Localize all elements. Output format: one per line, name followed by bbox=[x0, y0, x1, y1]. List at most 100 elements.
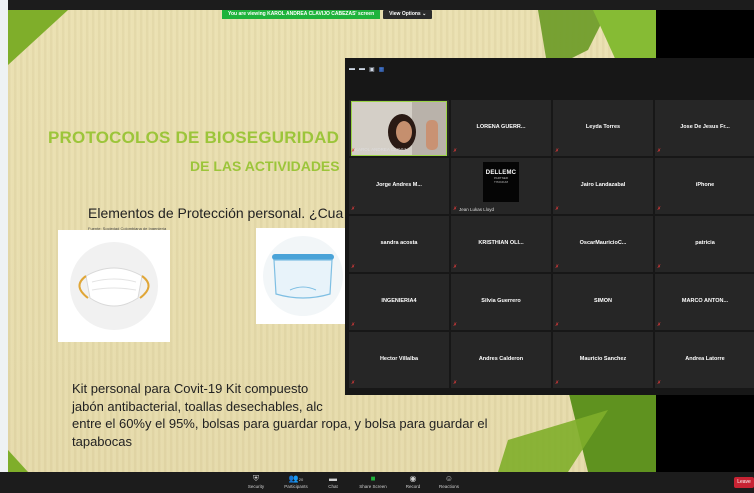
muted-mic-icon: ✗ bbox=[351, 380, 356, 386]
participant-name: Jean Lukas Lloyd bbox=[459, 207, 495, 212]
left-edge-strip bbox=[0, 0, 8, 493]
muted-mic-icon: ✗ bbox=[453, 148, 458, 154]
muted-mic-icon: ✗ bbox=[555, 206, 560, 212]
participant-tile[interactable]: KRISTHIAN OLI... ✗ bbox=[451, 216, 551, 272]
viewing-screen-label: You are viewing KAROL ANDREA CLAVIJO CAB… bbox=[222, 10, 381, 19]
muted-mic-icon: ✗ bbox=[351, 148, 356, 154]
muted-mic-icon: ✗ bbox=[657, 264, 662, 270]
participant-name: INGENIERIA4 bbox=[381, 298, 417, 304]
participant-tile[interactable]: Jairo Landazabal ✗ bbox=[553, 158, 653, 214]
muted-mic-icon: ✗ bbox=[555, 322, 560, 328]
muted-mic-icon: ✗ bbox=[453, 206, 458, 212]
minimize-icon[interactable]: ▬ bbox=[349, 66, 355, 72]
leave-button[interactable]: Leave bbox=[734, 477, 754, 488]
participant-name: LORENA GUERR... bbox=[476, 124, 526, 130]
slide-heading: Elementos de Protección personal. ¿Cua bbox=[88, 205, 344, 221]
mask-image bbox=[58, 230, 170, 342]
participant-tile[interactable]: DELLEMC PARTNER TITANIUM Jean Lukas Lloyd ✗ bbox=[451, 158, 551, 214]
participants-icon: 👥20 bbox=[288, 474, 304, 483]
participant-tile[interactable]: iPhone ✗ bbox=[655, 158, 754, 214]
participant-tile[interactable]: KAROL ANDREA CLAVIJ... ✗ bbox=[349, 100, 449, 156]
participant-tile[interactable]: patricia ✗ bbox=[655, 216, 754, 272]
muted-mic-icon: ✗ bbox=[555, 148, 560, 154]
participant-name: Hector Villalba bbox=[379, 356, 419, 362]
thumbnail-icon[interactable]: ▬ bbox=[359, 66, 365, 72]
participant-name: SIMON bbox=[593, 298, 613, 304]
kit-line-4: tapabocas bbox=[72, 433, 132, 449]
reactions-button[interactable]: ☺ Reactions bbox=[429, 474, 469, 490]
meeting-toolbar: ⛨ Security 👥20 Participants ▬ Chat ■ Sha… bbox=[0, 472, 754, 493]
participants-count: 20 bbox=[298, 477, 304, 482]
muted-mic-icon: ✗ bbox=[657, 206, 662, 212]
muted-mic-icon: ✗ bbox=[351, 206, 356, 212]
kit-line-3: entre el 60%y el 95%, bolsas para guarda… bbox=[72, 416, 488, 431]
participant-name: Jairo Landazabal bbox=[580, 182, 626, 188]
participant-tile[interactable]: LORENA GUERR... ✗ bbox=[451, 100, 551, 156]
participant-name: KAROL ANDREA CLAVIJ... bbox=[355, 147, 410, 152]
muted-mic-icon: ✗ bbox=[453, 322, 458, 328]
view-options-button[interactable]: View Options ⌄ bbox=[383, 10, 433, 19]
participant-name: sandra acosta bbox=[380, 240, 418, 246]
participant-tile[interactable]: SIMON ✗ bbox=[553, 274, 653, 330]
reactions-label: Reactions bbox=[438, 484, 459, 489]
muted-mic-icon: ✗ bbox=[657, 380, 662, 386]
slide-subtitle: DE LAS ACTIVIDADES bbox=[190, 158, 340, 174]
share-screen-icon: ■ bbox=[370, 474, 376, 483]
chat-label: Chat bbox=[328, 484, 338, 489]
dell-emc-logo: DELLEMC PARTNER TITANIUM bbox=[483, 162, 519, 202]
gallery-panel-controls: ▬ ▬ ▣ ▦ bbox=[345, 58, 754, 80]
participant-name: patricia bbox=[695, 240, 715, 246]
slide-title: PROTOCOLOS DE BIOSEGURIDAD bbox=[48, 128, 340, 147]
participant-name: MARCO ANTON... bbox=[681, 298, 729, 304]
muted-mic-icon: ✗ bbox=[555, 264, 560, 270]
participants-button[interactable]: 👥20 Participants bbox=[276, 474, 316, 490]
participant-tile[interactable]: Andres Calderon ✗ bbox=[451, 332, 551, 388]
speaker-view-icon[interactable]: ▣ bbox=[369, 66, 375, 73]
muted-mic-icon: ✗ bbox=[351, 264, 356, 270]
participant-tile[interactable]: sandra acosta ✗ bbox=[349, 216, 449, 272]
muted-mic-icon: ✗ bbox=[351, 322, 356, 328]
share-screen-label: Share Screen bbox=[359, 484, 387, 489]
gallery-view-icon[interactable]: ▦ bbox=[379, 66, 385, 73]
participant-name: Jose De Jesus Fr... bbox=[680, 124, 730, 130]
muted-mic-icon: ✗ bbox=[555, 380, 560, 386]
chat-icon: ▬ bbox=[329, 474, 337, 483]
participant-tile[interactable]: Jose De Jesus Fr... ✗ bbox=[655, 100, 754, 156]
security-button[interactable]: ⛨ Security bbox=[236, 474, 276, 490]
shield-icon: ⛨ bbox=[253, 474, 259, 483]
participant-tile[interactable]: Silvia Guerrero ✗ bbox=[451, 274, 551, 330]
sharing-banner: You are viewing KAROL ANDREA CLAVIJO CAB… bbox=[222, 10, 433, 19]
participant-tile[interactable]: Mauricio Sanchez ✗ bbox=[553, 332, 653, 388]
record-icon: ◉ bbox=[409, 474, 417, 483]
gallery-panel: ▬ ▬ ▣ ▦ KAROL ANDREA CLAVIJ... ✗ LORENA GU… bbox=[345, 58, 754, 395]
participant-tile[interactable]: Jorge Andres M... ✗ bbox=[349, 158, 449, 214]
participant-name: Leyda Torres bbox=[585, 124, 621, 130]
participant-name: Mauricio Sanchez bbox=[579, 356, 627, 362]
record-label: Record bbox=[405, 484, 421, 489]
face-shield-image bbox=[256, 228, 350, 324]
security-label: Security bbox=[247, 484, 265, 489]
chat-button[interactable]: ▬ Chat bbox=[313, 474, 353, 490]
participant-tile[interactable]: Hector Villalba ✗ bbox=[349, 332, 449, 388]
participant-name: iPhone bbox=[695, 182, 715, 188]
participant-tile[interactable]: INGENIERIA4 ✗ bbox=[349, 274, 449, 330]
participant-name: Silvia Guerrero bbox=[481, 298, 521, 304]
participant-tile[interactable]: Andrea Latorre ✗ bbox=[655, 332, 754, 388]
muted-mic-icon: ✗ bbox=[453, 264, 458, 270]
muted-mic-icon: ✗ bbox=[657, 322, 662, 328]
muted-mic-icon: ✗ bbox=[453, 380, 458, 386]
participant-tile[interactable]: Leyda Torres ✗ bbox=[553, 100, 653, 156]
participant-tile[interactable]: OscarMauricioC... ✗ bbox=[553, 216, 653, 272]
record-button[interactable]: ◉ Record bbox=[393, 474, 433, 490]
participant-tile[interactable]: MARCO ANTON... ✗ bbox=[655, 274, 754, 330]
kit-line-2: jabón antibacterial, toallas desechables… bbox=[72, 398, 323, 414]
share-screen-button[interactable]: ■ Share Screen bbox=[353, 474, 393, 490]
participants-label: Participants bbox=[284, 484, 308, 489]
participant-name: KRISTHIAN OLI... bbox=[478, 240, 524, 246]
participant-name: Andrea Latorre bbox=[685, 356, 725, 362]
participant-name: Andres Calderon bbox=[478, 356, 524, 362]
muted-mic-icon: ✗ bbox=[657, 148, 662, 154]
participant-name: OscarMauricioC... bbox=[579, 240, 627, 246]
reactions-icon: ☺ bbox=[444, 474, 454, 483]
participant-name: Jorge Andres M... bbox=[376, 182, 422, 188]
